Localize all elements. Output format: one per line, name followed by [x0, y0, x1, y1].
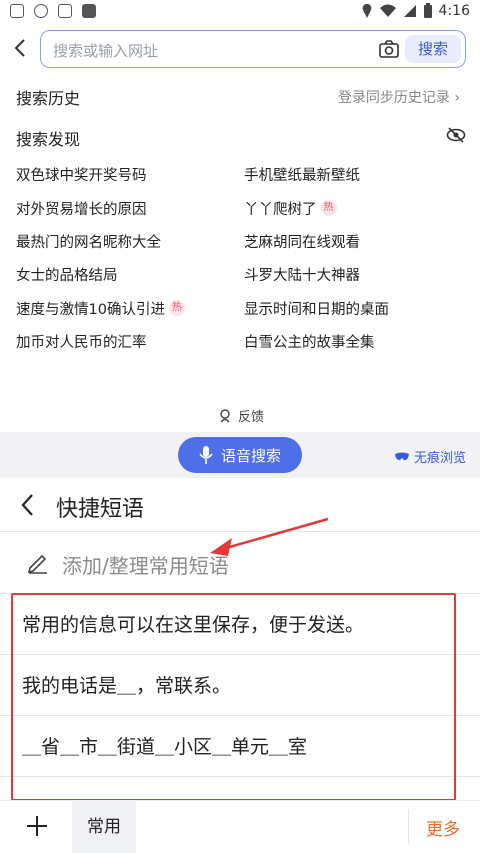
- search-input[interactable]: 搜索或输入网址: [53, 40, 158, 61]
- battery-icon: [423, 3, 432, 18]
- discover-item-text: 手机壁纸最新壁纸: [244, 168, 360, 185]
- baidu-paw-icon: [10, 4, 24, 18]
- mask-icon: [394, 452, 409, 460]
- app-a-icon: [82, 4, 96, 18]
- plus-icon[interactable]: [24, 813, 50, 839]
- quick-phrases-header: 快捷短语: [0, 478, 480, 532]
- divider: [408, 809, 409, 845]
- back-arrow-icon[interactable]: [10, 36, 32, 60]
- discover-item[interactable]: 丫丫爬树了热: [244, 191, 466, 224]
- discover-item[interactable]: 手机壁纸最新壁纸: [244, 158, 466, 191]
- search-discover-title: 搜索发现: [16, 130, 81, 149]
- notification-icons: [10, 4, 96, 18]
- discover-item-text: 加币对人民币的汇率: [16, 335, 147, 352]
- add-phrase-row[interactable]: 添加/整理常用短语: [0, 532, 480, 594]
- discover-item-text: 丫丫爬树了: [244, 201, 317, 218]
- discover-item-text: 最热门的网名昵称大全: [16, 234, 161, 251]
- panel-back-icon[interactable]: [18, 492, 38, 518]
- sync-history-link[interactable]: 登录同步历史记录 ›: [338, 87, 460, 107]
- discover-item-text: 速度与激情10确认引进: [16, 301, 165, 318]
- discover-item-text: 显示时间和日期的桌面: [244, 301, 389, 318]
- discover-item[interactable]: 芝麻胡同在线观看: [244, 225, 466, 258]
- keyboard-icon: [58, 4, 72, 18]
- search-button[interactable]: 搜索: [405, 35, 461, 63]
- incognito-label: 无痕浏览: [413, 451, 466, 466]
- clock: 4:16: [438, 3, 470, 19]
- discover-item[interactable]: 女士的品格结局: [16, 258, 244, 291]
- pencil-icon: [27, 554, 47, 574]
- status-bar: 4:16: [0, 0, 480, 24]
- microphone-icon: [199, 446, 213, 464]
- hide-eye-icon[interactable]: [446, 126, 466, 144]
- phrase-tab-bar: 常用 更多: [0, 800, 480, 853]
- quick-phrases-title: 快捷短语: [56, 497, 145, 522]
- voice-search-label: 语音搜索: [220, 446, 281, 465]
- incognito-button[interactable]: 无痕浏览: [394, 447, 466, 466]
- voice-search-button[interactable]: 语音搜索: [178, 437, 302, 473]
- highlight-box: [11, 593, 456, 801]
- feedback-icon: [220, 408, 230, 422]
- discover-item-text: 芝麻胡同在线观看: [244, 234, 360, 251]
- discover-list: 双色球中奖开奖号码 手机壁纸最新壁纸 对外贸易增长的原因 丫丫爬树了热最热门的网名昵称…: [16, 158, 466, 358]
- hot-badge: 热: [168, 300, 185, 317]
- search-box[interactable]: 搜索或输入网址 搜索: [40, 30, 466, 68]
- discover-item[interactable]: 白雪公主的故事全集: [244, 325, 466, 358]
- discover-item[interactable]: 对外贸易增长的原因: [16, 191, 244, 224]
- wifi-icon: [379, 4, 396, 17]
- settings-notification-icon: [34, 4, 48, 18]
- add-phrase-label: 添加/整理常用短语: [62, 554, 229, 578]
- discover-item-text: 女士的品格结局: [16, 268, 118, 285]
- discover-item[interactable]: 双色球中奖开奖号码: [16, 158, 244, 191]
- more-button[interactable]: 更多: [426, 815, 460, 840]
- feedback-link[interactable]: 反馈: [218, 406, 264, 425]
- location-icon: [362, 4, 371, 18]
- signal-icon: [403, 5, 416, 17]
- camera-icon[interactable]: [379, 40, 399, 58]
- discover-item-text: 对外贸易增长的原因: [16, 201, 147, 218]
- discover-item[interactable]: 速度与激情10确认引进热: [16, 292, 244, 325]
- system-indicators: 4:16: [361, 3, 470, 19]
- discover-item[interactable]: 显示时间和日期的桌面: [244, 292, 466, 325]
- feedback-label: 反馈: [238, 410, 265, 425]
- hot-badge: 热: [320, 200, 337, 217]
- tab-common[interactable]: 常用: [72, 801, 136, 853]
- discover-item-text: 斗罗大陆十大神器: [244, 268, 360, 285]
- discover-item-text: 双色球中奖开奖号码: [16, 168, 147, 185]
- discover-item[interactable]: 加币对人民币的汇率: [16, 325, 244, 358]
- discover-item[interactable]: 斗罗大陆十大神器: [244, 258, 466, 291]
- search-history-title: 搜索历史: [16, 89, 81, 108]
- discover-item[interactable]: 最热门的网名昵称大全: [16, 225, 244, 258]
- discover-item-text: 白雪公主的故事全集: [244, 335, 375, 352]
